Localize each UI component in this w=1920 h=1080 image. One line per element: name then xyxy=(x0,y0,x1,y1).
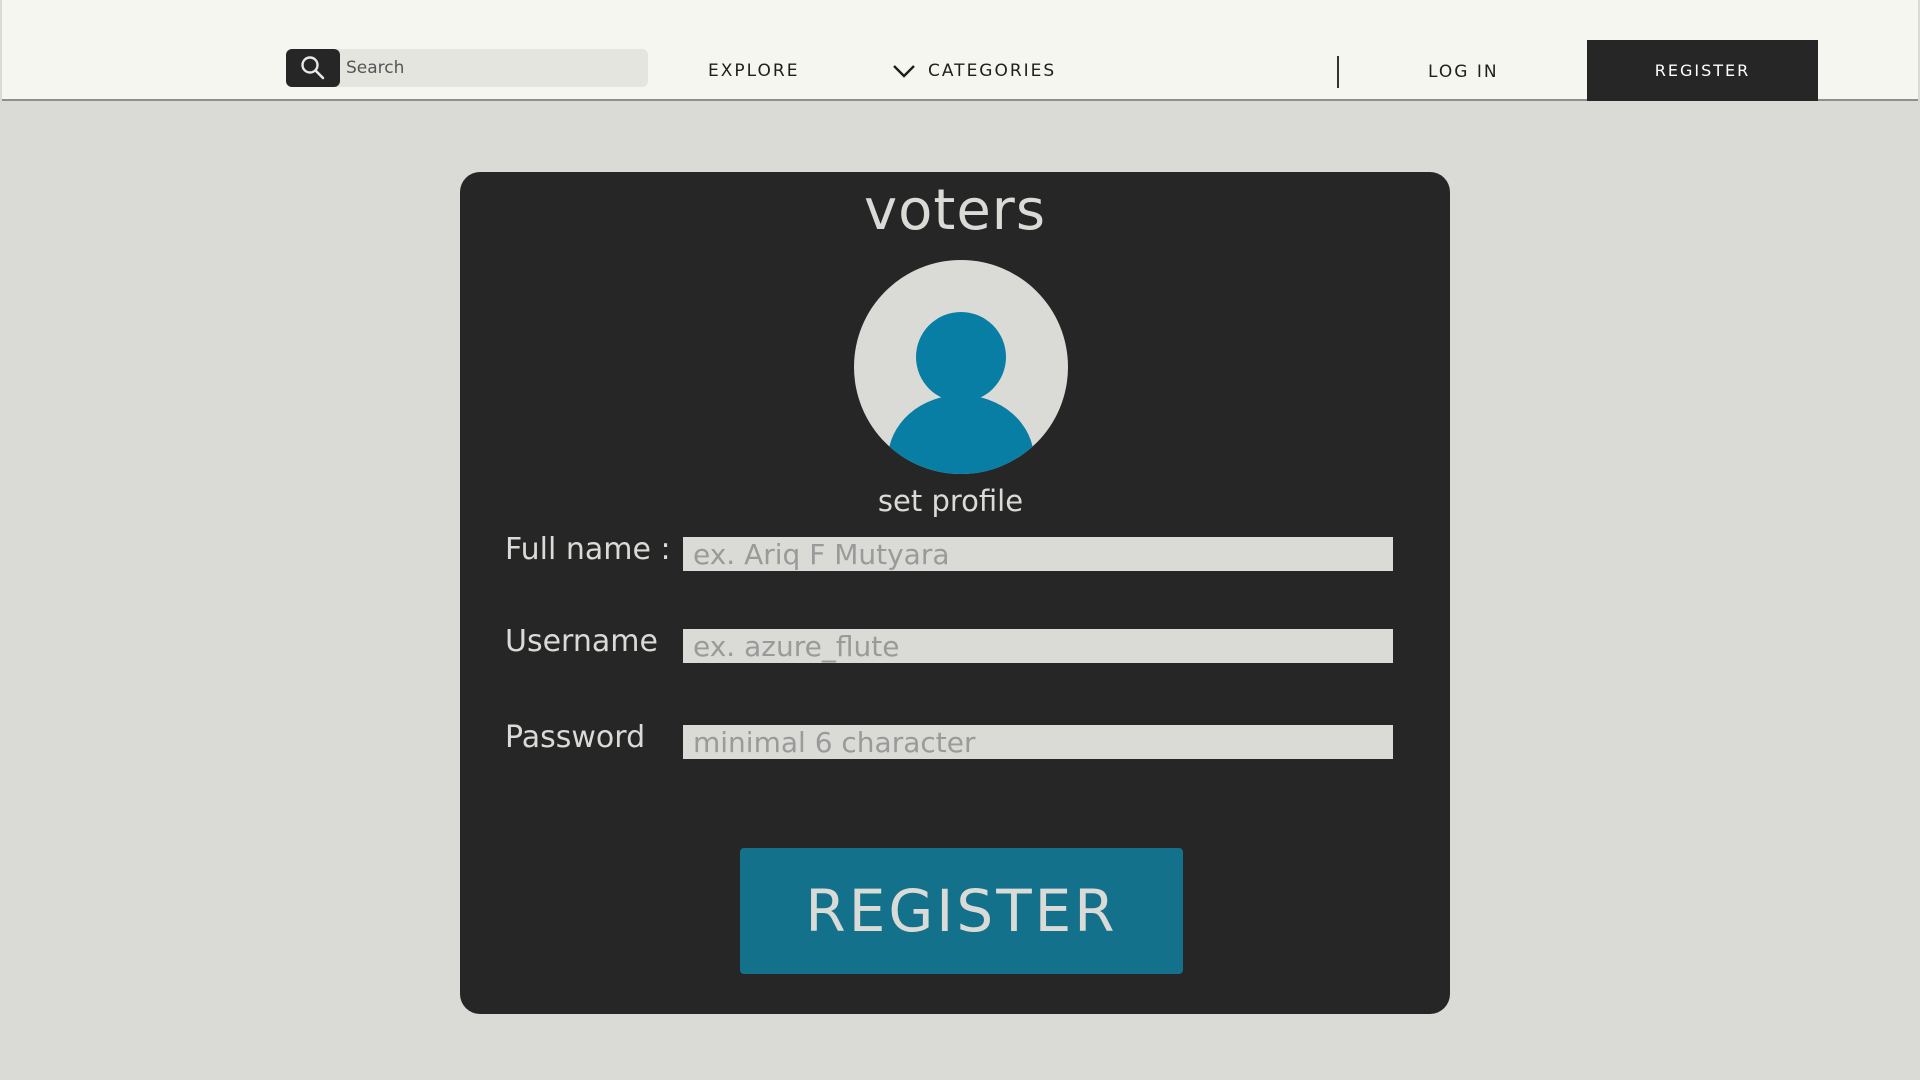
username-label: Username xyxy=(505,624,658,659)
password-input[interactable] xyxy=(683,725,1393,759)
register-card: voters set profile Full name : Username … xyxy=(460,172,1450,1014)
card-title: voters xyxy=(863,178,1046,243)
user-avatar-icon xyxy=(888,312,1034,474)
username-input[interactable] xyxy=(683,629,1393,663)
search-bar xyxy=(286,49,648,87)
register-nav-button[interactable]: REGISTER xyxy=(1587,40,1818,101)
password-label: Password xyxy=(505,720,646,755)
nav-categories-dropdown[interactable]: CATEGORIES xyxy=(892,61,1056,81)
chevron-down-icon xyxy=(893,65,915,78)
register-submit-button[interactable]: REGISTER xyxy=(740,848,1183,974)
nav-explore-link[interactable]: EXPLORE xyxy=(708,61,799,81)
search-icon xyxy=(301,56,325,80)
full-name-label: Full name : xyxy=(505,532,671,567)
search-button[interactable] xyxy=(286,49,340,87)
profile-avatar[interactable] xyxy=(854,260,1068,474)
full-name-input[interactable] xyxy=(683,537,1393,571)
set-profile-link[interactable]: set profile xyxy=(460,484,1441,518)
login-link[interactable]: LOG IN xyxy=(1428,62,1499,82)
nav-categories-label: CATEGORIES xyxy=(928,61,1057,81)
search-input[interactable] xyxy=(346,49,642,87)
top-navbar: EXPLORE CATEGORIES LOG IN REGISTER xyxy=(2,0,1918,101)
nav-divider xyxy=(1337,56,1339,88)
